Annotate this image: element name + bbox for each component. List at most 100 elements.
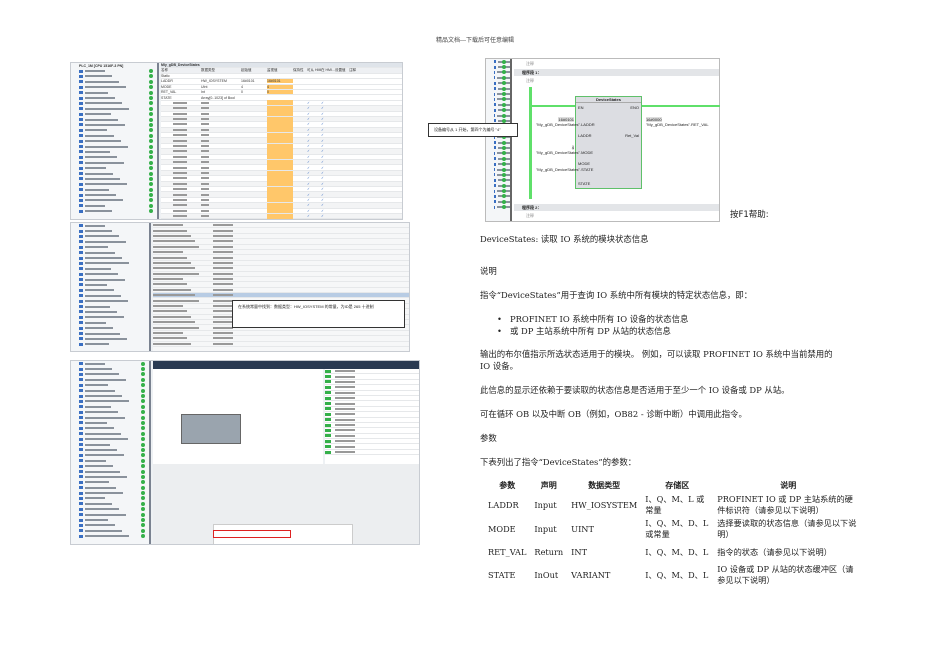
db-grid: Mly_gDB_DeviceStates 名称 数据类型 起始值 监视值 保持性 可从 H… (161, 63, 402, 219)
doc-title: DeviceStates: 读取 IO 系统的模块状态信息 (480, 234, 649, 244)
table-row: MODE Input UINT I、Q、M、D、L 或常量 选择要读取的状态信息（请参见… (484, 517, 863, 541)
grid-cell: MODE (161, 84, 172, 89)
table-cell: STATE (488, 569, 516, 580)
params-table: 参数 声明 数据类型 存储区 说明 LADDR Input HW_IOSYSTEM I、Q、M… (484, 478, 863, 587)
project-tree: PLC_1M [CPU 1516F-3 PN] (71, 63, 159, 219)
grid-column-header: 设置值 (335, 68, 346, 73)
tree-item[interactable] (71, 342, 149, 347)
table-row: STATE InOut VARIANT I、Q、M、D、L IO 设备或 DP 从站的状… (484, 563, 863, 587)
grid-column-header: 在 HMI... (321, 68, 335, 73)
column-header: 声明 (540, 481, 557, 490)
grid-row[interactable] (325, 450, 419, 456)
table-row: RET_VAL Return INT I、Q、M、D、L 指令的状态（请参见以下说明） (484, 541, 863, 563)
mode-callout: 设备编号从 1 开始，第四个为编号 "4" (428, 123, 518, 137)
column-header: 参数 (499, 481, 516, 490)
column-header: 数据类型 (588, 481, 621, 490)
grid-row[interactable]: ✓✓ (161, 219, 402, 220)
grid-cell: 16#0101 (241, 79, 255, 84)
grid-cell: RET_VAL (161, 90, 177, 95)
project-tree (71, 361, 151, 544)
tree-item[interactable] (486, 205, 510, 210)
grid-cell: Static (161, 73, 170, 78)
page-header: 精品文档---下载后可任意编辑 (435, 37, 515, 44)
comment: 注释 (526, 213, 534, 218)
constant-callout: 在系统常量中找到：数据类型：HW_IOSYSTEM 的常量，为ID是 265 十… (232, 300, 405, 328)
device-canvas (153, 369, 323, 464)
grid-cell: 0 (241, 90, 243, 95)
table-cell: UINT (571, 523, 594, 534)
table-cell: HW_IOSYSTEM (571, 499, 638, 510)
paragraph: 可在循环 OB 以及中断 OB（例如，OB82 - 诊断中断）中调用此指令。 (480, 409, 747, 419)
table-row: LADDR Input HW_IOSYSTEM I、Q、M、L 或常量 PROFINET… (484, 493, 863, 517)
screenshot-db-table: PLC_1M [CPU 1516F-3 PN] Mly_gDB_DeviceSt… (70, 62, 403, 220)
grid-row[interactable] (153, 342, 409, 347)
state-operand[interactable]: "My_gDB_DeviceStates".STATE (536, 167, 593, 172)
ladder-editor: 注释 程序段 1： 注释 DeviceStates EN ENO LADDR M… (485, 58, 720, 222)
device-module[interactable] (181, 414, 241, 444)
paragraph: 输出的布尔值指示所选状态适用于的模块。 例如，可以读取 PROFINET IO … (480, 349, 833, 359)
grid-cell: HW_IOSYSTEM (201, 79, 227, 84)
properties-panel (153, 464, 419, 544)
comment: 注释 (526, 78, 534, 83)
retval-operand[interactable]: 16#0000 "My_gDB_DeviceStates".RET_VAL (646, 117, 709, 127)
table-cell: IO 设备或 DP 从站的状态缓冲区（请参见以下说明） (717, 564, 854, 585)
devicestates-block[interactable]: DeviceStates EN ENO LADDR MODE STATE Ret… (575, 96, 642, 189)
grid-cell: Array[0..1023] of Bool (201, 95, 235, 100)
grid-cell: 16#0101 (267, 79, 293, 84)
table-cell: VARIANT (571, 569, 611, 580)
grid-cell: 4 (241, 84, 243, 89)
table-cell: I、Q、M、D、L (645, 569, 709, 580)
project-tree (71, 223, 151, 351)
grid-column-header: 可从 HMI... (307, 68, 321, 73)
table-cell: I、Q、M、L 或常量 (645, 494, 705, 515)
paragraph: IO 设备。 (480, 361, 518, 371)
table-cell: 指令的状态（请参见以下说明） (717, 546, 832, 557)
title-bar (153, 361, 419, 369)
network-1-title[interactable]: 程序段 1： (514, 69, 719, 76)
comment: 注释 (526, 61, 534, 66)
grid-column-header: 起始值 (241, 68, 252, 73)
screenshot-system-constants (70, 222, 410, 352)
grid-column-header: 注释 (349, 68, 356, 73)
table-cell: 选择要读取的状态信息（请参见以下说明） (717, 518, 857, 539)
grid-cell: STATE (161, 95, 172, 100)
bullet: • 或 DP 主站系统中所有 DP 从站的状态信息 (497, 326, 671, 336)
column-header: 存储区 (665, 481, 690, 490)
paragraph: 此信息的显示还依赖于要读取的状态信息是否适用于至少一个 IO 设备或 DP 从站… (480, 385, 790, 395)
grid-cell: UInt (201, 84, 208, 89)
grid-cell: 4 (267, 84, 293, 89)
table-cell: PROFINET IO 或 DP 主站系统的硬件标识符（请参见以下说明） (717, 494, 853, 515)
laddr-operand[interactable]: 16#0101 "My_gDB_DeviceStates".LADDR (536, 117, 595, 127)
grid-cell: Int (201, 90, 205, 95)
grid-column-header: 监视值 (267, 68, 278, 73)
table-cell: I、Q、M、D、L 或常量 (645, 518, 709, 539)
table-cell: InOut (534, 569, 559, 580)
grid-column-header: 名称 (161, 68, 168, 73)
network-2-title[interactable]: 程序段 2： (514, 204, 719, 211)
grid-cell: 0 (267, 90, 293, 95)
table-cell: LADDR (488, 499, 519, 510)
table-cell: MODE (488, 523, 516, 534)
highlight-box (213, 530, 291, 538)
tree-item[interactable] (71, 209, 157, 214)
tree-item[interactable] (71, 534, 149, 539)
grid-cell: LADDR (161, 79, 173, 84)
table-cell: RET_VAL (488, 546, 527, 557)
grid-column-header: 数据类型 (201, 68, 215, 73)
mode-operand[interactable]: 4 "My_gDB_DeviceStates".MODE (536, 145, 593, 155)
grid-column-header: 保持性 (293, 68, 304, 73)
screenshot-device-view (70, 360, 420, 545)
bullet: • PROFINET IO 系统中所有 IO 设备的状态信息 (497, 314, 689, 324)
f1-help: 按F1帮助: (730, 210, 769, 220)
table-cell: Return (534, 546, 564, 557)
paragraph: 下表列出了指令“DeviceStates”的参数： (480, 457, 637, 467)
table-cell: INT (571, 546, 588, 557)
power-rail (529, 87, 532, 199)
table-cell: I、Q、M、D、L (645, 546, 709, 557)
device-overview (325, 369, 419, 464)
column-header: 说明 (780, 481, 797, 490)
paragraph: 指令“DeviceStates”用于查询 IO 系统中所有模块的特定状态信息，即… (480, 290, 753, 300)
table-cell: Input (534, 523, 557, 534)
heading-description: 说明 (480, 266, 497, 276)
table-cell: Input (534, 499, 557, 510)
